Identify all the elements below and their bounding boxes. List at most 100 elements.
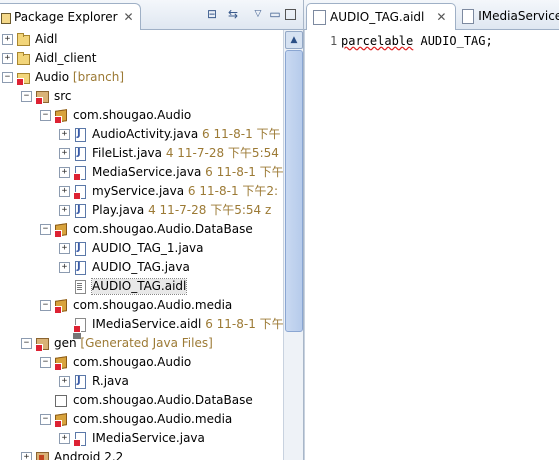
tree-item-label: FileList.java 4 11-7-28 下午5:54 [92,146,279,161]
close-icon[interactable]: ✕ [436,10,446,24]
tree-item-decoration: 6 11-8-1 下午 [201,165,283,179]
tree-item[interactable]: + Android 2.2 [0,448,283,460]
code-line[interactable]: parcelable AUDIO_TAG; [341,34,493,48]
tree-item-name: com.shougao.Audio.media [73,298,233,312]
tree-item-label: com.shougao.Audio [73,355,191,370]
java-icon [73,165,87,181]
java-icon [73,374,87,389]
collapse-icon[interactable]: − [21,338,32,349]
tree-item[interactable]: − com.shougao.Audio.DataBase [0,220,283,239]
expand-icon[interactable]: + [59,148,70,159]
tree-item[interactable]: + IMediaService.java [0,429,283,448]
tree-item[interactable]: + AUDIO_TAG.java [0,258,283,277]
pkg-icon [54,222,68,238]
close-icon[interactable]: ✕ [124,10,134,24]
tree-item[interactable]: − com.shougao.Audio [0,353,283,372]
tree-item-decoration: 6 11-8-1 下午 [201,317,283,331]
link-with-editor-icon[interactable]: ⇆ [226,7,240,21]
java-icon [73,241,87,256]
tree-item-name: gen [54,336,77,350]
tree-item-name: IMediaService.aidl [92,317,202,331]
collapse-icon[interactable]: − [21,91,32,102]
tree-item-name: com.shougao.Audio.DataBase [73,393,253,407]
tree-item[interactable]: − Audio [branch] [0,68,283,87]
tree-item-name: myService.java [92,184,185,198]
expand-icon[interactable]: + [59,167,70,178]
expand-icon[interactable]: + [2,34,13,45]
src-icon [35,336,49,352]
tree-item[interactable]: IMediaService.aidl 6 11-8-1 下午 [0,315,283,334]
collapse-icon[interactable]: − [40,300,51,311]
tree-item[interactable]: + Play.java 4 11-7-28 下午5:54 z [0,201,283,220]
tree-item[interactable]: com.shougao.Audio.DataBase [0,391,283,410]
tree-item[interactable]: − com.shougao.Audio.media [0,296,283,315]
tree-item-name: MediaService.java [92,165,202,179]
tree-item[interactable]: + FileList.java 4 11-7-28 下午5:54 [0,144,283,163]
package-explorer-tab[interactable]: Package Explorer ✕ [0,3,141,30]
tree-item-decoration: [Generated Java Files] [76,336,213,350]
tree-item-name: com.shougao.Audio [73,355,192,369]
tree-item-label: com.shougao.Audio.media [73,298,232,313]
expand-icon[interactable]: + [59,433,70,444]
collapse-icon[interactable]: − [40,357,51,368]
tree-item[interactable]: − gen [Generated Java Files] [0,334,283,353]
tree-item[interactable]: + Aidl [0,30,283,49]
minimize-icon[interactable]: ▭ [268,7,282,21]
src-icon [35,89,49,105]
editor-tab-title: AUDIO_TAG.aidl [330,10,425,24]
tree-item-name: IMediaService.java [92,431,205,445]
editor-tab-audio-tag-aidl[interactable]: AUDIO_TAG.aidl ✕ [306,3,456,30]
tree-item-label: com.shougao.Audio.DataBase [73,222,253,237]
expand-icon[interactable]: + [2,53,13,64]
code-text: AUDIO_TAG; [413,34,493,48]
scroll-thumb[interactable] [285,50,303,332]
tree-item-label: Aidl [35,32,58,47]
tree-item[interactable]: + AUDIO_TAG_1.java [0,239,283,258]
java-file-icon [462,8,475,24]
tree-item-decoration: 4 11-7-28 下午5:54 z [144,203,272,217]
vertical-scrollbar[interactable]: ▲ [283,30,303,460]
tree-item-name: Android 2.2 [54,450,124,460]
collapse-all-icon[interactable]: ⊟ [205,7,219,21]
tree-item-label: Play.java 4 11-7-28 下午5:54 z [92,203,271,218]
src-icon [35,450,49,460]
tree-item-label: IMediaService.aidl 6 11-8-1 下午 [92,317,283,332]
collapse-icon[interactable]: − [2,72,13,83]
code-keyword: parcelable [341,34,414,48]
tree-item-decoration: [branch] [69,70,124,84]
tree-item-label: com.shougao.Audio.DataBase [73,393,253,408]
maximize-icon[interactable] [285,9,296,20]
tree-item[interactable]: + myService.java 6 11-8-1 下午2: [0,182,283,201]
tree-item[interactable]: + AudioActivity.java 6 11-8-1 下午 [0,125,283,144]
tree-item[interactable]: − com.shougao.Audio [0,106,283,125]
tree-item-label: AUDIO_TAG_1.java [92,241,204,256]
expand-icon[interactable]: + [59,129,70,140]
tree-item[interactable]: AUDIO_TAG.aidl [0,277,283,296]
tree-item-label: Android 2.2 [54,450,123,460]
tree-item[interactable]: − src [0,87,283,106]
expand-icon[interactable]: + [59,262,70,273]
collapse-icon[interactable]: − [40,414,51,425]
editor-tab-imediaservice[interactable]: IMediaService. [456,3,559,29]
editor-tabbar: AUDIO_TAG.aidl ✕ IMediaService. [304,0,559,30]
code-editor[interactable]: 1 parcelable AUDIO_TAG; [304,30,559,460]
pkg-icon [54,412,68,428]
tree-item[interactable]: + R.java [0,372,283,391]
expand-icon[interactable]: + [59,243,70,254]
collapse-icon[interactable]: − [40,110,51,121]
java-icon [73,431,87,447]
expand-icon[interactable]: + [59,205,70,216]
tree-item-name: AUDIO_TAG_1.java [92,241,204,255]
expand-icon[interactable]: + [59,186,70,197]
expand-icon[interactable]: + [59,376,70,387]
collapse-icon[interactable]: − [40,224,51,235]
expand-icon[interactable]: + [21,452,32,460]
view-menu-icon[interactable]: ▽ [251,7,265,21]
tree-item[interactable]: + MediaService.java 6 11-8-1 下午 [0,163,283,182]
tree-item-label: Aidl_client [35,51,96,66]
scroll-up-icon[interactable]: ▲ [285,31,303,49]
tree-item-label: R.java [92,374,129,389]
tree-item[interactable]: + Aidl_client [0,49,283,68]
tree-item[interactable]: − com.shougao.Audio.media [0,410,283,429]
line-number: 1 [330,34,338,48]
